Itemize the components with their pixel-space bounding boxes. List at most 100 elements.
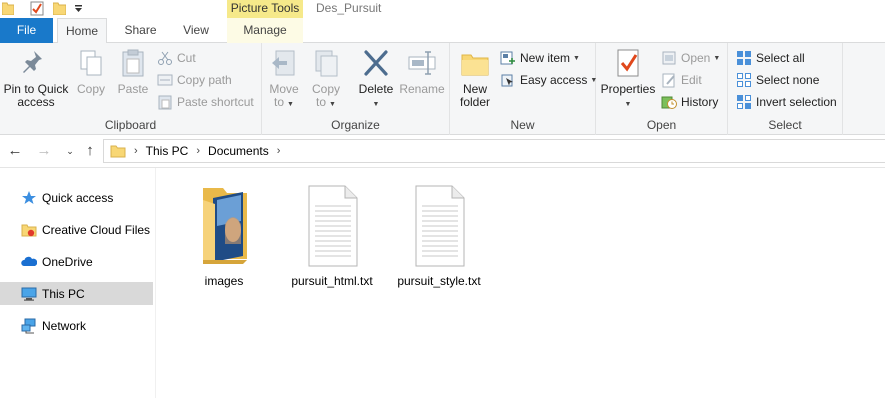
select-group: Select all Select none Invert selection … [728, 43, 843, 135]
cut-label: Cut [177, 51, 196, 65]
open-dropdown-icon: ▼ [713, 54, 721, 62]
new-folder-icon [461, 54, 489, 76]
properties-dropdown-icon: ▼ [624, 101, 632, 108]
breadcrumb-separator-icon: › [134, 145, 138, 157]
select-group-label: Select [768, 118, 802, 132]
select-all-icon [737, 51, 751, 65]
pin-to-quick-access-button[interactable]: Pin to Quick access [3, 47, 69, 109]
nav-item-this-pc[interactable]: This PC [0, 282, 153, 305]
properties-quick-icon[interactable] [30, 1, 44, 16]
select-all-label: Select all [756, 51, 805, 65]
breadcrumb-separator-icon[interactable]: › [277, 145, 281, 157]
properties-button[interactable]: Properties ▼ [600, 47, 656, 111]
title-bar: Picture Tools Des_Pursuit [0, 0, 885, 18]
open-group-label: Open [646, 118, 677, 132]
navigation-pane: Quick access Creative Cloud Files OneDri… [0, 168, 156, 398]
organize-group-label: Organize [331, 118, 380, 132]
nav-item-network[interactable]: Network [0, 314, 153, 337]
cut-button[interactable]: Cut [157, 48, 196, 68]
folder-icon[interactable] [2, 1, 14, 15]
back-arrow-icon[interactable]: ← [6, 143, 24, 161]
text-file-icon [415, 185, 465, 267]
recent-locations-chevron-icon[interactable]: ⌄ [61, 143, 79, 161]
nav-item-creative-cloud-files[interactable]: Creative Cloud Files [0, 218, 153, 241]
delete-button[interactable]: Delete ▼ [354, 47, 398, 111]
creative-cloud-folder-icon [21, 224, 37, 236]
file-item-pursuit-style[interactable]: pursuit_style.txt [391, 182, 487, 288]
open-group: Properties ▼ Open ▼ Edit History Open [596, 43, 728, 135]
text-file-icon [308, 185, 358, 267]
copy-path-button[interactable]: Copy path [157, 70, 232, 90]
folder-location-icon [110, 145, 126, 158]
easy-access-label: Easy access [520, 73, 588, 87]
move-to-icon [272, 50, 295, 76]
tab-manage[interactable]: Manage [227, 18, 303, 44]
new-folder-button[interactable]: New folder [454, 47, 496, 109]
customize-toolbar-icon[interactable] [74, 4, 83, 14]
edit-button[interactable]: Edit [661, 70, 702, 90]
up-arrow-icon[interactable]: ↑ [81, 143, 99, 161]
delete-x-icon [364, 50, 388, 76]
nav-item-label: Creative Cloud Files [42, 222, 151, 237]
invert-selection-button[interactable]: Invert selection [736, 92, 837, 112]
clipboard-group-label: Clipboard [104, 118, 157, 132]
tab-file[interactable]: File [0, 18, 53, 43]
forward-arrow-icon[interactable]: → [35, 143, 53, 161]
edit-label: Edit [681, 73, 702, 87]
file-item-pursuit-html[interactable]: pursuit_html.txt [284, 182, 380, 288]
nav-item-label: Quick access [42, 190, 114, 205]
nav-item-label: Network [42, 318, 87, 333]
file-list: images pursuit_html.txt pursuit_style.tx… [157, 168, 885, 398]
select-none-button[interactable]: Select none [736, 70, 819, 90]
tab-home[interactable]: Home [57, 18, 107, 44]
select-all-button[interactable]: Select all [736, 48, 805, 68]
new-item-icon [500, 51, 515, 65]
open-button[interactable]: Open ▼ [661, 48, 720, 68]
tab-share[interactable]: Share [113, 18, 168, 44]
copy-to-button[interactable]: Copy to ▼ [308, 47, 344, 111]
open-label: Open [681, 51, 711, 65]
new-folder-label-2: folder [459, 95, 491, 109]
cloud-icon [21, 256, 37, 266]
breadcrumb-this-pc[interactable]: This PC [146, 144, 189, 158]
window-title: Des_Pursuit [316, 1, 382, 15]
copy-path-icon [157, 74, 173, 86]
picture-tools-label: Picture Tools [227, 0, 303, 18]
invert-selection-label: Invert selection [756, 95, 837, 109]
new-folder-quick-icon[interactable] [53, 1, 66, 15]
move-to-button[interactable]: Move to ▼ [267, 47, 301, 111]
move-to-label-1: Move [269, 82, 299, 96]
delete-dropdown-icon: ▼ [372, 101, 380, 108]
file-item-images[interactable]: images [176, 182, 272, 288]
history-button[interactable]: History [661, 92, 718, 112]
new-item-button[interactable]: New item ▼ [500, 48, 580, 68]
paste-shortcut-button[interactable]: Paste shortcut [157, 92, 254, 112]
image-folder-icon [203, 188, 247, 264]
paste-label: Paste [117, 82, 149, 96]
breadcrumb-separator-icon[interactable]: › [196, 145, 200, 157]
copy-to-label-2: to [316, 95, 327, 109]
ribbon-tabs: File Home Share View Manage [0, 18, 885, 44]
delete-label: Delete [358, 82, 394, 96]
rename-label: Rename [399, 82, 445, 96]
paste-button[interactable]: Paste [114, 47, 152, 96]
rename-button[interactable]: Rename [398, 47, 446, 96]
network-icon [21, 318, 36, 333]
nav-item-onedrive[interactable]: OneDrive [0, 250, 153, 273]
edit-icon [662, 73, 675, 88]
select-none-icon [737, 73, 751, 87]
tab-view[interactable]: View [170, 18, 222, 44]
copy-button[interactable]: Copy [72, 47, 110, 96]
pin-label-2: access [17, 95, 55, 109]
easy-access-button[interactable]: Easy access ▼ [500, 70, 597, 90]
new-item-dropdown-icon: ▼ [573, 54, 580, 62]
new-folder-label-1: New [462, 82, 487, 96]
breadcrumb-documents[interactable]: Documents [208, 144, 269, 158]
nav-item-quick-access[interactable]: Quick access [0, 186, 153, 209]
address-bar[interactable]: › This PC › Documents › [103, 139, 885, 163]
file-name: images [204, 274, 244, 288]
new-group: New folder New item ▼ Easy access ▼ New [450, 43, 597, 135]
open-icon [662, 51, 676, 65]
select-none-label: Select none [756, 73, 820, 87]
move-to-label-2: to [274, 95, 285, 109]
